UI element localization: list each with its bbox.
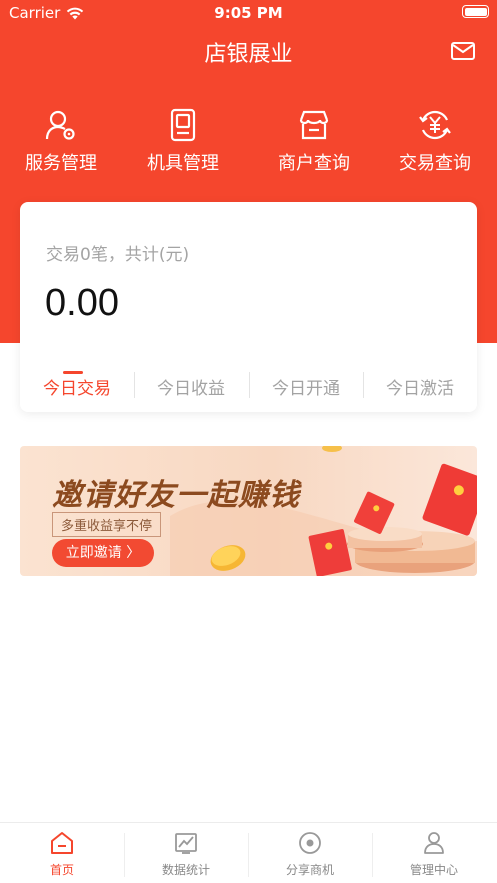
tab-today-earnings[interactable]: 今日收益 xyxy=(134,374,248,399)
quick-item-label: 服务管理 xyxy=(25,153,97,174)
summary-amount: 0.00 xyxy=(45,282,119,324)
mail-icon[interactable] xyxy=(451,41,475,61)
battery-icon xyxy=(462,5,489,18)
invite-banner[interactable]: 邀请好友一起赚钱 多重收益享不停 立即邀请 〉 xyxy=(20,446,477,576)
user-settings-icon xyxy=(45,110,75,140)
tabbar-share[interactable]: 分享商机 xyxy=(248,831,372,878)
invite-now-button[interactable]: 立即邀请 〉 xyxy=(52,539,154,567)
page-title: 店银展业 xyxy=(204,42,293,67)
active-tab-indicator xyxy=(63,371,83,374)
banner-title: 邀请好友一起赚钱 xyxy=(52,478,300,513)
quick-item-merchant-query[interactable]: 商户查询 xyxy=(254,108,374,175)
tab-today-transactions[interactable]: 今日交易 xyxy=(20,371,134,399)
profile-icon xyxy=(424,832,444,854)
banner-subtitle: 多重收益享不停 xyxy=(52,512,162,537)
quick-menu: 服务管理 机具管理 商户查询 交易查询 xyxy=(0,108,497,178)
tabbar-statistics[interactable]: 数据统计 xyxy=(124,831,248,878)
status-time: 9:05 PM xyxy=(214,4,283,22)
quick-item-label: 商户查询 xyxy=(278,153,350,174)
transaction-summary-card: 交易0笔，共计(元) 0.00 今日交易 今日收益 今日开通 今日激活 xyxy=(20,202,477,412)
summary-text: 交易0笔，共计(元) xyxy=(46,245,190,265)
status-bar: Carrier 9:05 PM xyxy=(0,0,497,26)
quick-item-service-management[interactable]: 服务管理 xyxy=(1,108,121,175)
summary-tabs: 今日交易 今日收益 今日开通 今日激活 xyxy=(20,362,477,402)
home-icon xyxy=(51,832,73,854)
quick-item-label: 交易查询 xyxy=(399,153,471,174)
quick-item-device-management[interactable]: 机具管理 xyxy=(123,108,243,175)
share-icon xyxy=(299,832,321,854)
store-icon xyxy=(299,110,329,140)
yuan-exchange-icon xyxy=(419,110,451,140)
chart-icon xyxy=(175,833,197,854)
tabbar-home[interactable]: 首页 xyxy=(0,831,124,878)
bottom-tab-bar: 首页 数据统计 分享商机 管理中心 xyxy=(0,822,497,883)
device-icon xyxy=(170,108,196,142)
tab-today-activated[interactable]: 今日激活 xyxy=(363,374,477,399)
tabbar-management[interactable]: 管理中心 xyxy=(372,831,496,878)
tab-today-opened[interactable]: 今日开通 xyxy=(249,374,363,399)
quick-item-transaction-query[interactable]: 交易查询 xyxy=(375,108,495,175)
quick-item-label: 机具管理 xyxy=(147,153,219,174)
